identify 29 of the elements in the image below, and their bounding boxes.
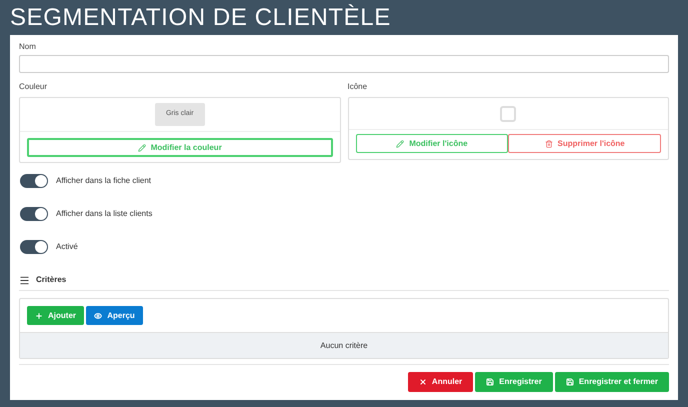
save-button[interactable]: Enregistrer et fermer (554, 372, 669, 392)
field-label: Icône (348, 81, 368, 93)
edit-color-button[interactable]: Modifier la couleur (27, 138, 332, 157)
toggle-label: Activé (56, 241, 78, 253)
toggle-switch[interactable] (20, 174, 48, 188)
section-title: Critères (36, 274, 66, 286)
menu-icon (19, 274, 30, 286)
edit-icon-button[interactable]: Modifier l'icône (356, 134, 508, 153)
toggle-label: Afficher dans la liste clients (56, 208, 152, 220)
name-field[interactable] (19, 55, 669, 73)
pencil-icon (138, 144, 146, 152)
preview-button[interactable]: Aperçu (86, 306, 143, 325)
trash-icon (544, 140, 552, 148)
save-button[interactable]: Enregistrer (475, 372, 553, 392)
empty-message: Aucun critère (320, 340, 368, 352)
field-label: Nom (19, 41, 37, 53)
close-icon (418, 378, 427, 386)
toggle-label: Afficher dans la fiche client (56, 175, 152, 187)
toggle-switch[interactable] (20, 240, 48, 254)
plus-icon (35, 312, 43, 320)
pencil-icon (396, 140, 404, 148)
page-title: SEGMENTATION DE CLIENTÈLE (10, 6, 391, 30)
eye-icon (94, 312, 102, 320)
field-label: Couleur (19, 81, 48, 93)
cancel-button[interactable]: Annuler (408, 372, 474, 392)
add-button[interactable]: Ajouter (27, 306, 84, 325)
toggle-switch[interactable] (20, 207, 48, 221)
icon-preview (500, 106, 516, 122)
delete-icon-button[interactable]: Supprimer l'icône (508, 134, 661, 153)
